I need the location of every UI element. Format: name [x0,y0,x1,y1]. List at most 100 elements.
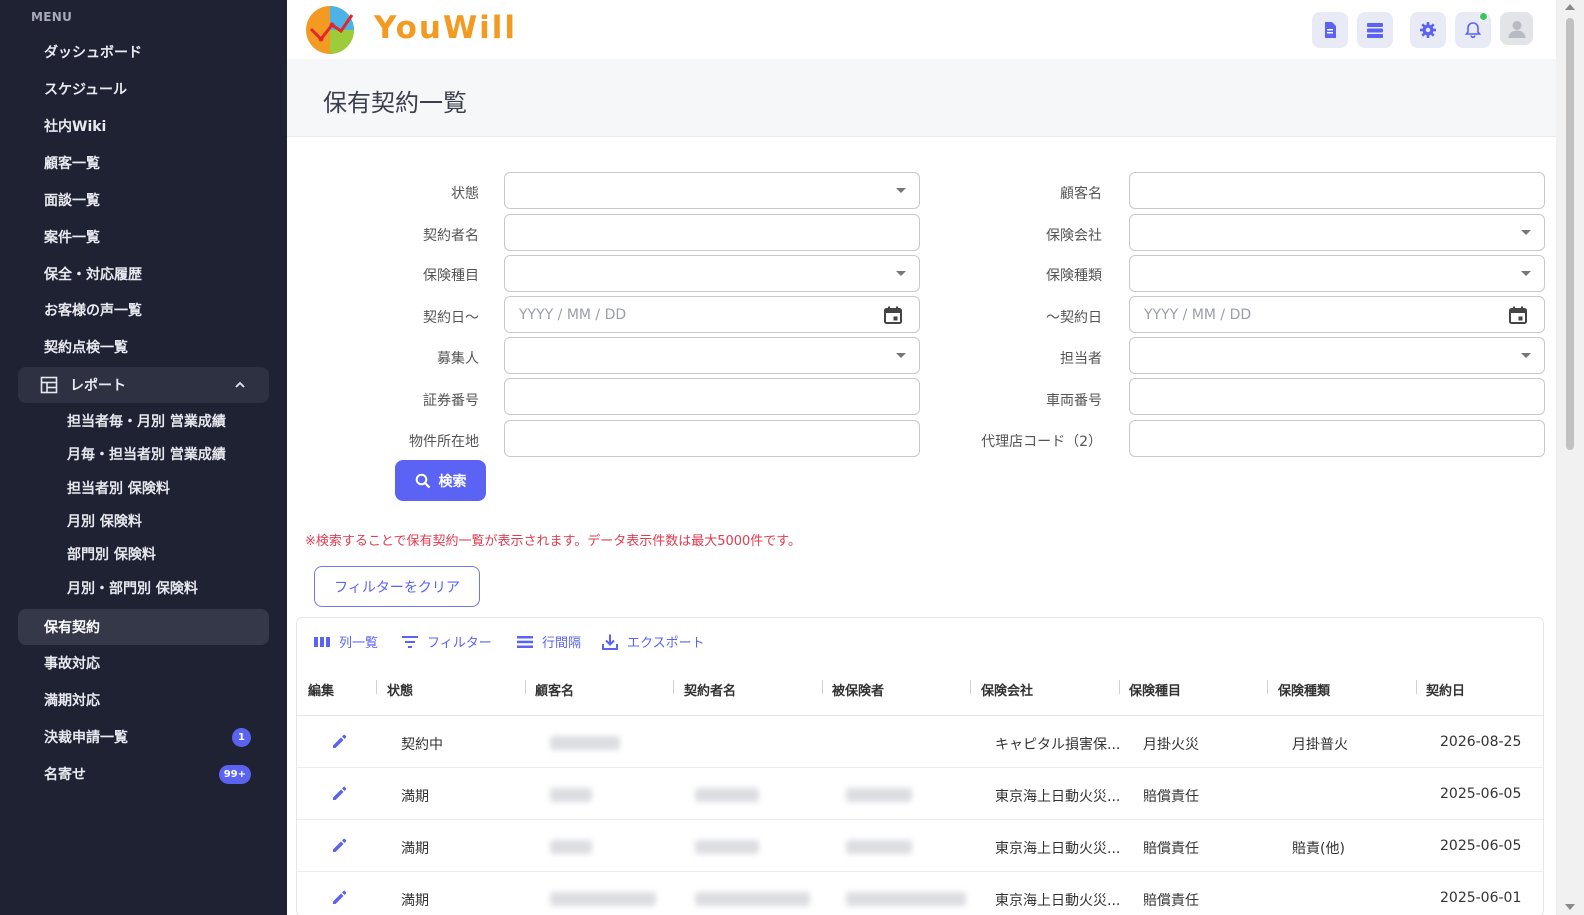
sidebar-item-meetings[interactable]: 面談一覧 [18,182,269,218]
table-row[interactable]: 契約中 キャピタル損害保... 月掛火災 月掛普火 2026-08-25 [297,716,1543,768]
column-separator[interactable] [1119,680,1120,694]
sidebar-item-label: 決裁申請一覧 [44,730,128,746]
contractor-name-input[interactable] [504,214,920,251]
scroll-up-arrow-icon[interactable] [1565,4,1575,10]
logo-icon[interactable] [305,5,355,55]
column-header-contract-date[interactable]: 契約日 [1426,680,1465,699]
company-cell: キャピタル損害保... [995,737,1121,753]
filter-label-recruiter: 募集人 [437,351,479,367]
status-select[interactable] [504,172,920,209]
redacted-customer-name [550,788,592,802]
document-button[interactable] [1312,12,1348,48]
sidebar-item-approvals[interactable]: 決裁申請一覧 1 [18,719,269,755]
sidebar-item-deals[interactable]: 案件一覧 [18,219,269,255]
table-row[interactable]: 満期 東京海上日動火災... 賠償責任 2025-06-05 [297,768,1543,820]
sidebar-subitem-sales-by-month-rep[interactable]: 月毎・担当者別 営業成績 [18,439,269,469]
insurance-company-select[interactable] [1129,214,1545,251]
property-location-input[interactable] [504,420,920,457]
date-placeholder: YYYY / MM / DD [1144,306,1252,323]
list-button[interactable] [1357,12,1393,48]
agency-code-input[interactable] [1129,420,1545,457]
column-header-insured[interactable]: 被保険者 [832,680,884,699]
caret-down-icon [896,353,906,358]
clear-filter-button[interactable]: フィルターをクリア [314,566,480,607]
redacted-contractor-name [695,840,759,854]
filter-toolbar-button[interactable]: フィルター [401,632,492,651]
sidebar-item-accidents[interactable]: 事故対応 [18,645,269,681]
notification-button[interactable] [1455,12,1491,48]
table-row[interactable]: 満期 東京海上日動火災... 賠償責任 2025-06-01 [297,872,1543,915]
scroll-down-arrow-icon[interactable] [1565,904,1575,910]
person-in-charge-select[interactable] [1129,337,1545,374]
notification-dot [1479,12,1488,21]
table-row[interactable]: 満期 東京海上日動火災... 賠償責任 賠責(他) 2025-06-05 [297,820,1543,872]
column-separator[interactable] [1416,680,1417,694]
policy-number-input[interactable] [504,378,920,415]
column-separator[interactable] [376,680,377,694]
edit-icon[interactable] [331,785,348,802]
sidebar-group-report[interactable]: レポート [18,367,269,403]
toolbar-label: エクスポート [627,636,705,651]
density-toolbar-button[interactable]: 行間隔 [516,632,581,651]
sidebar-subitem-premium-by-month[interactable]: 月別 保険料 [18,506,269,536]
recruiter-select[interactable] [504,337,920,374]
column-separator[interactable] [970,680,971,694]
column-header-customer-name[interactable]: 顧客名 [535,680,574,699]
date-placeholder: YYYY / MM / DD [519,306,627,323]
edit-icon[interactable] [331,837,348,854]
sidebar-item-merge[interactable]: 名寄せ 99+ [18,756,269,792]
column-header-insurance-type[interactable]: 保険種類 [1278,680,1330,699]
sidebar-item-customers[interactable]: 顧客一覧 [18,145,269,181]
sidebar-item-maintenance[interactable]: 保全・対応履歴 [18,256,269,292]
sidebar: MENU ダッシュボード スケジュール 社内Wiki 顧客一覧 面談一覧 案件一… [0,0,287,915]
sidebar-subitem-sales-by-rep-month[interactable]: 担当者毎・月別 営業成績 [18,406,269,436]
caret-down-icon [1521,353,1531,358]
caret-down-icon [1521,230,1531,235]
search-button[interactable]: 検索 [395,460,486,501]
column-header-edit[interactable]: 編集 [308,680,334,699]
contract-date-from-input[interactable]: YYYY / MM / DD [504,296,920,333]
column-separator[interactable] [822,680,823,694]
scroll-thumb[interactable] [1566,18,1574,450]
column-separator[interactable] [673,680,674,694]
column-header-status[interactable]: 状態 [387,680,413,699]
filter-label-insurance-type: 保険種類 [1046,268,1102,284]
export-toolbar-button[interactable]: エクスポート [601,632,705,651]
sidebar-item-schedule[interactable]: スケジュール [18,71,269,107]
insurance-type-select[interactable] [1129,255,1545,292]
sidebar-item-label: 事故対応 [44,656,100,672]
customer-name-input[interactable] [1129,172,1545,209]
edit-icon[interactable] [331,733,348,750]
calendar-icon[interactable] [883,305,903,325]
sidebar-item-voices[interactable]: お客様の声一覧 [18,292,269,328]
toolbar-label: 行間隔 [542,636,582,651]
column-separator[interactable] [525,680,526,694]
sidebar-subitem-premium-by-month-dept[interactable]: 月別・部門別 保険料 [18,573,269,603]
sidebar-item-contract-check[interactable]: 契約点検一覧 [18,329,269,365]
sidebar-item-contracts[interactable]: 保有契約 [18,609,269,645]
edit-icon[interactable] [331,889,348,906]
sidebar-subitem-premium-by-dept[interactable]: 部門別 保険料 [18,539,269,569]
calendar-icon[interactable] [1508,305,1528,325]
sidebar-subitem-label: 月毎・担当者別 営業成績 [67,447,226,463]
insurance-category-select[interactable] [504,255,920,292]
avatar[interactable] [1500,12,1533,45]
sidebar-item-dashboard[interactable]: ダッシュボード [18,34,269,70]
contract-date-to-input[interactable]: YYYY / MM / DD [1129,296,1545,333]
category-cell: 賠償責任 [1143,789,1199,805]
columns-toolbar-button[interactable]: 列一覧 [313,632,378,651]
column-header-contractor-name[interactable]: 契約者名 [684,680,736,699]
sidebar-item-wiki[interactable]: 社内Wiki [18,108,269,144]
vehicle-number-input[interactable] [1129,378,1545,415]
column-separator[interactable] [1267,680,1268,694]
column-header-insurance-company[interactable]: 保険会社 [981,680,1033,699]
settings-button[interactable] [1410,12,1446,48]
page-scrollbar[interactable] [1556,0,1584,915]
sidebar-subitem-premium-by-rep[interactable]: 担当者別 保険料 [18,473,269,503]
sidebar-item-label: 契約点検一覧 [44,340,128,356]
filter-label-contractor: 契約者名 [423,228,479,244]
sidebar-item-maturity[interactable]: 満期対応 [18,682,269,718]
top-bar: YouWill [287,0,1556,59]
logo-text: YouWill [374,10,518,46]
column-header-insurance-category[interactable]: 保険種目 [1129,680,1181,699]
